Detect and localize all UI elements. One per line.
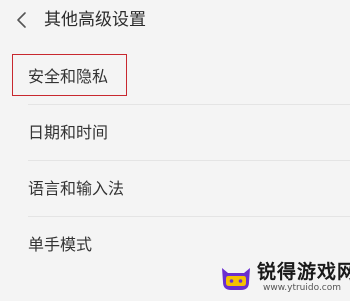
screen: 其他高级设置 安全和隐私 日期和时间 语言和输入法 单手模式 锐得游戏网 www… <box>0 0 350 301</box>
watermark-name: 锐得游戏网 <box>257 261 350 283</box>
watermark-url: www.ytruido.com <box>263 283 342 293</box>
watermark: 锐得游戏网 www.ytruido.com <box>219 259 350 297</box>
cat-gamepad-logo-icon <box>222 268 250 290</box>
menu-item-label: 单手模式 <box>28 235 93 254</box>
menu-item-language-input[interactable]: 语言和输入法 <box>0 160 350 216</box>
chevron-left-icon[interactable] <box>14 11 30 29</box>
page-title: 其他高级设置 <box>44 10 146 30</box>
menu-item-date-time[interactable]: 日期和时间 <box>0 104 350 160</box>
menu-item-label: 语言和输入法 <box>28 179 125 198</box>
header: 其他高级设置 <box>0 0 350 42</box>
highlight-box <box>12 54 127 96</box>
menu-item-label: 日期和时间 <box>28 123 109 142</box>
